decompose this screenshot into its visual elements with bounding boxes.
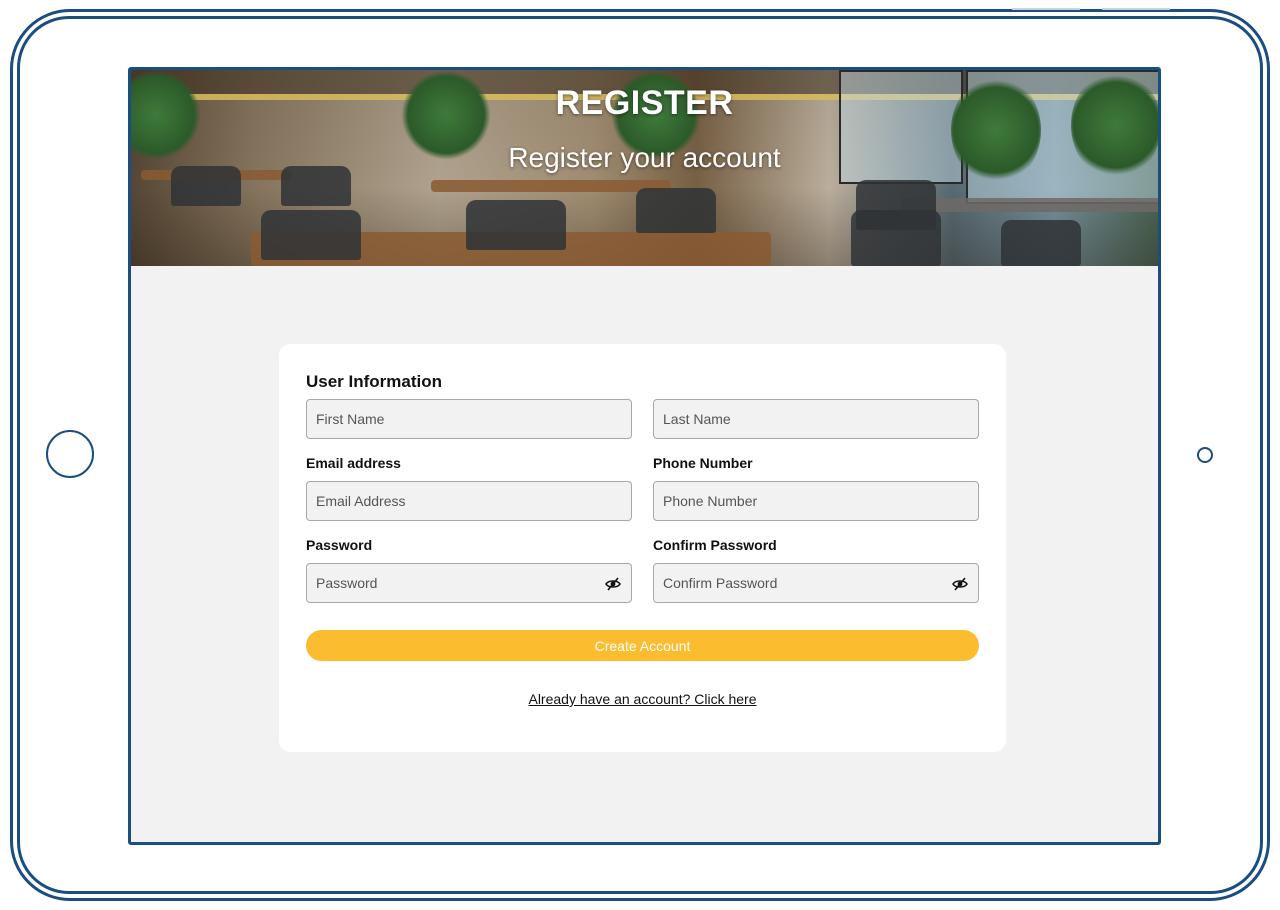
section-title: User Information bbox=[306, 372, 443, 391]
first-name-field bbox=[306, 399, 632, 439]
screen: REGISTER Register your account User Info… bbox=[128, 67, 1161, 845]
hero-chair bbox=[466, 200, 566, 250]
phone-field bbox=[653, 481, 979, 521]
phone-label: Phone Number bbox=[653, 455, 753, 471]
hero-table bbox=[901, 198, 1158, 212]
login-link[interactable]: Already have an account? Click here bbox=[279, 691, 1006, 707]
eye-slash-icon[interactable] bbox=[605, 576, 621, 592]
password-input[interactable] bbox=[307, 564, 631, 602]
hero-chair bbox=[636, 188, 716, 233]
page-title: REGISTER bbox=[555, 84, 734, 122]
email-input[interactable] bbox=[307, 482, 631, 520]
registration-form-card: User Information Email address Phone Num… bbox=[279, 344, 1006, 752]
phone-input[interactable] bbox=[654, 482, 978, 520]
page-subtitle: Register your account bbox=[508, 142, 781, 173]
hero-table bbox=[431, 180, 671, 192]
email-label: Email address bbox=[306, 455, 401, 471]
password-field bbox=[306, 563, 632, 603]
tablet-home-button bbox=[46, 430, 94, 478]
confirm-password-input[interactable] bbox=[654, 564, 978, 602]
password-label: Password bbox=[306, 537, 373, 553]
confirm-password-label: Confirm Password bbox=[653, 537, 777, 553]
create-account-button[interactable]: Create Account bbox=[306, 630, 979, 661]
eye-slash-icon[interactable] bbox=[952, 576, 968, 592]
hero-chair bbox=[261, 210, 361, 260]
last-name-field bbox=[653, 399, 979, 439]
first-name-input[interactable] bbox=[307, 400, 631, 438]
hero-chair bbox=[851, 210, 941, 266]
tablet-volume-button bbox=[1012, 8, 1080, 10]
hero-banner-restaurant-image: REGISTER Register your account bbox=[131, 70, 1158, 266]
tablet-power-button bbox=[1102, 8, 1170, 10]
tablet-camera bbox=[1197, 447, 1213, 463]
email-field bbox=[306, 481, 632, 521]
last-name-input[interactable] bbox=[654, 400, 978, 438]
hero-chair bbox=[1001, 220, 1081, 266]
confirm-password-field bbox=[653, 563, 979, 603]
